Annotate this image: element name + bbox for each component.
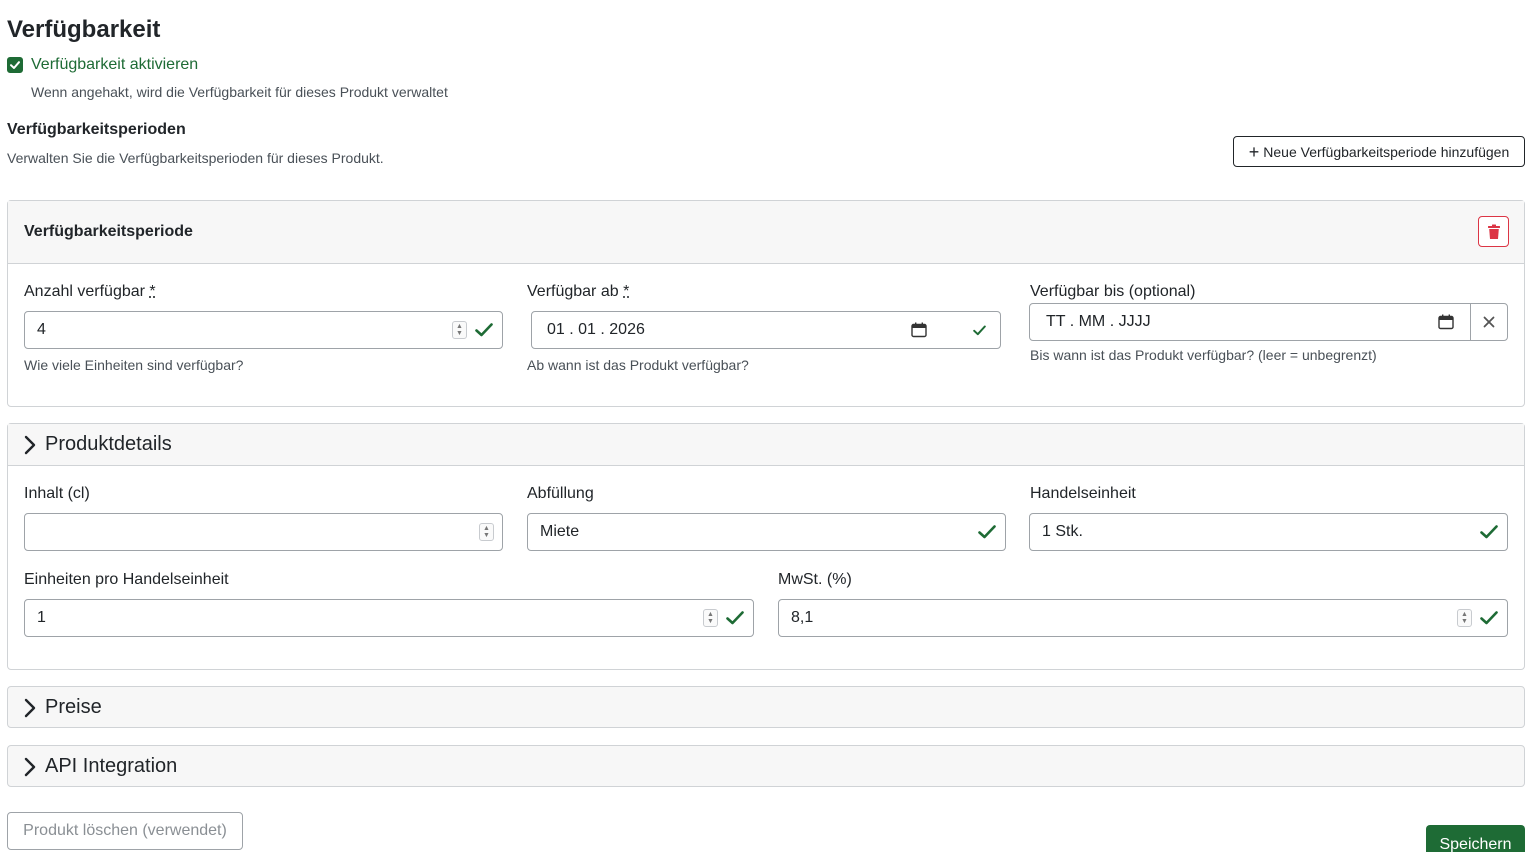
api-integration-title: API Integration [45,755,178,777]
api-integration-section[interactable]: API Integration [7,745,1525,787]
required-mark: * [623,283,630,300]
chevron-right-icon [24,698,36,718]
chevron-right-icon [24,757,36,777]
content-input[interactable]: ▲ ▼ [24,513,503,551]
chevron-right-icon [24,435,36,455]
until-date-help: Bis wann ist das Produkt verfügbar? (lee… [1030,347,1377,363]
page-title: Verfügbarkeit [7,16,161,43]
enable-availability-help: Wenn angehakt, wird die Verfügbarkeit fü… [31,84,448,100]
units-per-trade-unit-label: Einheiten pro Handelseinheit [24,571,229,588]
delete-period-button[interactable] [1478,216,1509,247]
valid-check-icon [475,323,493,337]
period-card: Verfügbarkeitsperiode Anzahl verfügbar *… [7,200,1525,407]
periods-title: Verfügbarkeitsperioden [7,121,186,138]
clear-until-date-button[interactable] [1470,303,1508,341]
quantity-help: Wie viele Einheiten sind verfügbar? [24,357,244,373]
quantity-stepper[interactable]: ▲ ▼ [452,321,467,339]
calendar-icon[interactable] [911,322,927,338]
from-date-label: Verfügbar ab * [527,283,630,300]
period-card-title: Verfügbarkeitsperiode [24,223,193,240]
until-date-input[interactable]: TT . MM . JJJJ [1029,303,1471,341]
valid-check-icon [973,325,986,336]
calendar-icon[interactable] [1438,314,1454,330]
period-card-header: Verfügbarkeitsperiode [8,201,1524,264]
units-per-trade-unit-input[interactable]: 1 ▲ ▼ [24,599,754,637]
checkmark-icon [10,61,20,69]
vat-input[interactable]: 8,1 ▲ ▼ [778,599,1508,637]
close-icon [1483,316,1495,328]
valid-check-icon [1480,525,1498,539]
trade-unit-label: Handelseinheit [1030,485,1136,502]
product-details-title: Produktdetails [45,433,172,455]
enable-availability-label[interactable]: Verfügbarkeit aktivieren [31,56,198,74]
valid-check-icon [726,611,744,625]
valid-check-icon [978,525,996,539]
product-details-header[interactable]: Produktdetails [8,424,1524,466]
required-mark: * [149,283,156,300]
delete-product-button[interactable]: Produkt löschen (verwendet) [7,812,243,850]
content-stepper[interactable]: ▲ ▼ [479,523,494,541]
enable-availability-checkbox[interactable] [7,57,23,73]
product-details-card: Produktdetails Inhalt (cl) ▲ ▼ Abfüllung … [7,423,1525,670]
plus-icon: + [1248,141,1260,162]
quantity-input[interactable]: 4 ▲ ▼ [24,311,503,349]
from-date-input[interactable]: 01 . 01 . 2026 [531,311,1001,349]
trade-unit-input[interactable]: 1 Stk. [1029,513,1508,551]
periods-subtitle: Verwalten Sie die Verfügbarkeitsperioden… [7,150,384,166]
valid-check-icon [1480,611,1498,625]
quantity-label: Anzahl verfügbar * [24,283,156,300]
vat-label: MwSt. (%) [778,571,852,588]
units-per-trade-unit-stepper[interactable]: ▲ ▼ [703,609,718,627]
from-date-help: Ab wann ist das Produkt verfügbar? [527,357,749,373]
filling-input[interactable]: Miete [527,513,1006,551]
add-period-button[interactable]: + Neue Verfügbarkeitsperiode hinzufügen [1233,136,1525,167]
vat-stepper[interactable]: ▲ ▼ [1457,609,1472,627]
trash-icon [1487,224,1500,239]
filling-label: Abfüllung [527,485,594,502]
prices-section[interactable]: Preise [7,686,1525,728]
save-button[interactable]: Speichern [1426,825,1525,852]
content-label: Inhalt (cl) [24,485,90,502]
prices-title: Preise [45,696,102,718]
until-date-label: Verfügbar bis (optional) [1030,283,1196,300]
add-period-label: Neue Verfügbarkeitsperiode hinzufügen [1263,143,1510,160]
